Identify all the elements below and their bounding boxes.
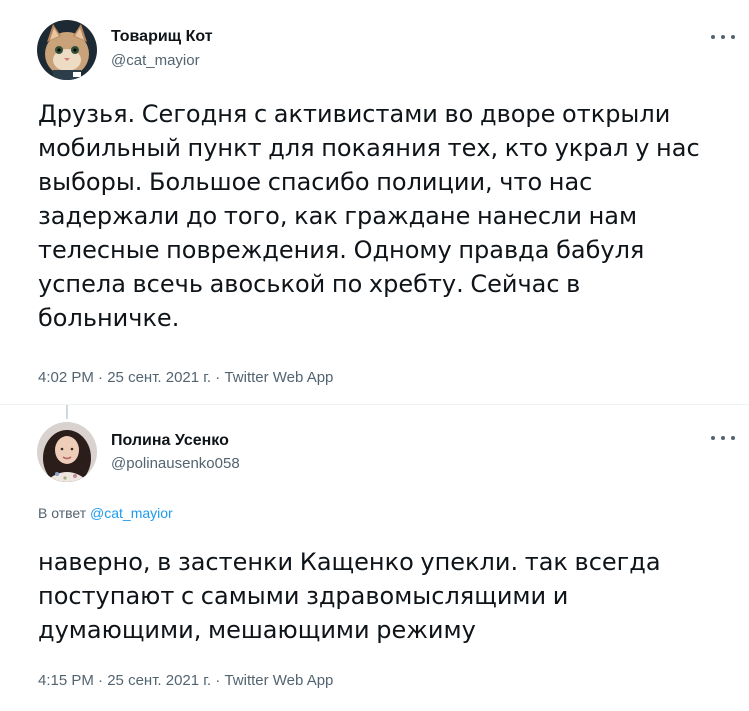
dot [711,35,715,39]
reply-prefix: В ответ [38,505,87,521]
meta-separator: · [215,369,221,386]
meta-separator: · [98,369,104,386]
tweet-text-line: успела всечь авоськой по хребту. Сейчас … [38,270,581,298]
dot [731,436,735,440]
avatar[interactable] [37,422,97,482]
tweet-date[interactable]: 25 сент. 2021 г. [107,672,211,689]
avatar[interactable] [37,20,97,80]
dot [731,35,735,39]
tweet-text-line: выборы. Большое спасибо полиции, что нас [38,168,593,196]
author-handle[interactable]: @polinausenko058 [111,455,240,472]
cat-avatar-image [37,20,97,80]
tweet-text-line: задержали до того, как граждане нанесли … [38,202,638,230]
tweet-source[interactable]: Twitter Web App [224,369,333,386]
user-avatar-image [37,422,97,482]
more-dots-icon[interactable] [711,431,735,445]
tweet-text-line: больничке. [38,304,180,332]
reply-mention-link[interactable]: @cat_mayior [90,505,173,521]
tweet-text-line: мобильный пункт для покаяния тех, кто ук… [38,134,700,162]
tweet-reply: Полина Усенко @polinausenko058 В ответ @… [0,405,749,711]
tweet-text-line: Друзья. Сегодня с активистами во дворе о… [38,100,671,128]
tweet-text: наверно, в застенки Кащенко упекли. так … [38,545,729,647]
tweet-source[interactable]: Twitter Web App [224,672,333,689]
thread-connector [66,405,68,419]
meta-separator: · [215,672,221,689]
more-dots-icon[interactable] [711,30,735,44]
dot [721,35,725,39]
dot [721,436,725,440]
tweet-meta: 4:15 PM · 25 сент. 2021 г. · Twitter Web… [38,672,333,689]
tweet-text-line: поступают с самыми здравомыслящими и [38,582,569,610]
dot [711,436,715,440]
tweet-time[interactable]: 4:15 PM [38,672,94,689]
meta-separator: · [98,672,104,689]
tweet-main: Товарищ Кот @cat_mayior Друзья. Сегодня … [0,0,749,405]
tweet-text-line: думающими, мешающими режиму [38,616,476,644]
tweet-text-line: телесные повреждения. Одному правда бабу… [38,236,645,264]
tweet-text: Друзья. Сегодня с активистами во дворе о… [38,97,729,335]
tweet-text-line: наверно, в застенки Кащенко упекли. так … [38,548,661,576]
author-name[interactable]: Товарищ Кот [111,28,213,46]
author-handle[interactable]: @cat_mayior [111,52,200,69]
author-name[interactable]: Полина Усенко [111,432,229,450]
reply-context: В ответ @cat_mayior [38,505,173,521]
tweet-time[interactable]: 4:02 PM [38,369,94,386]
tweet-date[interactable]: 25 сент. 2021 г. [107,369,211,386]
tweet-meta: 4:02 PM · 25 сент. 2021 г. · Twitter Web… [38,369,333,386]
